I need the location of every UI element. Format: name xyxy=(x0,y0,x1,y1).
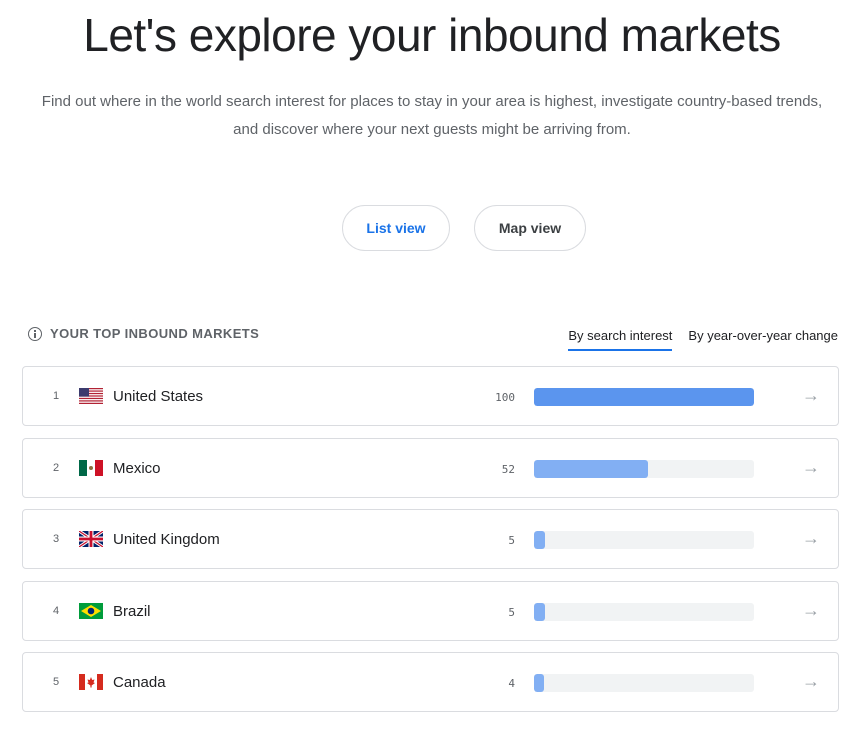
market-row[interactable]: 4 Brazil 5 → xyxy=(22,580,839,641)
arrow-right-icon[interactable]: → xyxy=(802,600,820,621)
markets-list: 1 United States 100 → 2 Mexico 52 → 3 Un… xyxy=(22,366,839,724)
market-rank: 3 xyxy=(53,533,60,545)
view-toggle: List view Map view xyxy=(0,205,864,251)
interest-bar-fill xyxy=(534,602,545,621)
market-row[interactable]: 1 United States 100 → xyxy=(22,366,839,426)
market-country: United Kingdom xyxy=(113,531,220,548)
subtitle-line-2: and discover where your next guests migh… xyxy=(233,121,631,138)
arrow-right-icon[interactable]: → xyxy=(802,528,820,549)
map-view-button[interactable]: Map view xyxy=(474,205,586,251)
canada-flag-icon xyxy=(79,674,103,690)
sort-tabs: By search interest By year-over-year cha… xyxy=(568,328,838,351)
list-view-button[interactable]: List view xyxy=(342,205,450,251)
interest-bar xyxy=(534,531,754,549)
market-rank: 2 xyxy=(53,461,60,474)
uk-flag-icon xyxy=(79,531,103,547)
market-rank: 5 xyxy=(53,676,60,688)
market-row[interactable]: 5 Canada 4 → xyxy=(22,652,839,712)
interest-bar-fill xyxy=(534,459,649,478)
interest-bar xyxy=(534,388,754,406)
info-circle-icon[interactable] xyxy=(28,326,42,341)
interest-bar xyxy=(534,674,754,692)
interest-bar-fill xyxy=(534,531,545,549)
market-rank: 4 xyxy=(53,604,60,617)
market-row[interactable]: 2 Mexico 52 → xyxy=(22,437,839,498)
market-value: 5 xyxy=(508,534,515,547)
market-value: 4 xyxy=(508,677,515,690)
section-title: YOUR TOP INBOUND MARKETS xyxy=(50,326,260,341)
market-row[interactable]: 3 United Kingdom 5 → xyxy=(22,509,839,569)
tab-by-search-interest[interactable]: By search interest xyxy=(568,328,673,351)
arrow-right-icon[interactable]: → xyxy=(802,385,820,406)
market-value: 52 xyxy=(501,462,515,476)
market-country: Mexico xyxy=(113,459,161,477)
section-title-group: YOUR TOP INBOUND MARKETS xyxy=(28,326,259,341)
section-header: YOUR TOP INBOUND MARKETS By search inter… xyxy=(28,324,838,356)
tab-by-year-over-year-change[interactable]: By year-over-year change xyxy=(688,328,838,351)
interest-bar-fill xyxy=(534,674,544,692)
market-country: Brazil xyxy=(113,602,151,620)
market-value: 5 xyxy=(508,605,515,619)
brazil-flag-icon xyxy=(79,602,103,619)
market-value: 100 xyxy=(495,391,515,404)
subtitle-line-1: Find out where in the world search inter… xyxy=(41,93,823,110)
interest-bar xyxy=(534,459,754,478)
mexico-flag-icon xyxy=(79,459,103,476)
market-country: Canada xyxy=(113,674,166,691)
market-rank: 1 xyxy=(53,390,60,402)
page-subtitle: Find out where in the world search inter… xyxy=(0,88,864,144)
market-country: United States xyxy=(113,388,204,405)
interest-bar xyxy=(534,602,754,621)
arrow-right-icon[interactable]: → xyxy=(802,671,820,692)
interest-bar-fill xyxy=(534,388,754,406)
us-flag-icon xyxy=(79,388,103,404)
arrow-right-icon[interactable]: → xyxy=(802,457,820,478)
page-title: Let's explore your inbound markets xyxy=(83,9,781,61)
